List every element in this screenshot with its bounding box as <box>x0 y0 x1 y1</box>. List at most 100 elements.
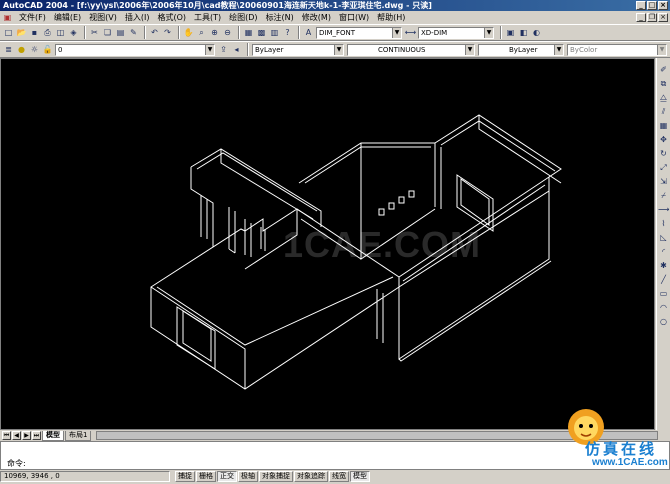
viewport-icon[interactable]: ▣ <box>505 27 516 38</box>
polar-toggle[interactable]: 极轴 <box>238 471 258 482</box>
prev-tab-button[interactable]: ◀ <box>12 431 21 440</box>
command-prompt: 命令: <box>7 459 26 468</box>
layer-lock-icon[interactable]: 🔓 <box>42 44 53 55</box>
snap-toggle[interactable]: 捕捉 <box>175 471 195 482</box>
menu-tools[interactable]: 工具(T) <box>190 12 225 23</box>
menu-modify[interactable]: 修改(M) <box>298 12 335 23</box>
first-tab-button[interactable]: ⏮ <box>2 431 11 440</box>
open-icon[interactable]: 📂 <box>16 27 27 38</box>
scale-icon[interactable]: ⤢ <box>658 162 669 173</box>
layers-toolbar: ≣ ● ☼ 🔓 0 ▼ ⇪ ◂ ByLayer ▼ CONTINUOUS ▼ ByLa… <box>0 41 670 58</box>
dim-style-select[interactable]: XD-DIM ▼ <box>418 26 494 39</box>
menu-format[interactable]: 格式(O) <box>153 12 190 23</box>
line-icon[interactable]: ╱ <box>658 274 669 285</box>
dim-style-icon[interactable]: ⟷ <box>405 27 416 38</box>
layout-icon[interactable]: ◧ <box>518 27 529 38</box>
modify-toolbar: ✐ ⧉ ⧋ ⫽ ▦ ✥ ↻ ⤢ ⇲ ⌿ ⟶ ⌇ ◺ ◜ ✱ ╱ ▭ ◠ ○ <box>656 58 670 430</box>
stretch-icon[interactable]: ⇲ <box>658 176 669 187</box>
ortho-toggle[interactable]: 正交 <box>217 471 237 482</box>
copy-object-icon[interactable]: ⧉ <box>658 78 669 89</box>
redo-icon[interactable]: ↷ <box>162 27 173 38</box>
model-toggle[interactable]: 模型 <box>350 471 370 482</box>
title-bar: AutoCAD 2004 - [f:\yy\ysl\2006年\2006年10月… <box>0 0 670 11</box>
preview-icon[interactable]: ◫ <box>55 27 66 38</box>
last-tab-button[interactable]: ⏭ <box>32 431 41 440</box>
properties-icon[interactable]: ▦ <box>243 27 254 38</box>
make-current-layer-icon[interactable]: ⇪ <box>218 44 229 55</box>
menu-bar: ▣ 文件(F) 编辑(E) 视图(V) 插入(I) 格式(O) 工具(T) 绘图… <box>0 11 670 24</box>
text-style-icon[interactable]: A <box>303 27 314 38</box>
menu-help[interactable]: 帮助(H) <box>373 12 409 23</box>
lineweight-select[interactable]: ByLayer ▼ <box>478 43 564 56</box>
rectangle-icon[interactable]: ▭ <box>658 288 669 299</box>
match-properties-icon[interactable]: ✎ <box>128 27 139 38</box>
layer-previous-icon[interactable]: ◂ <box>231 44 242 55</box>
next-tab-button[interactable]: ▶ <box>22 431 31 440</box>
menu-draw[interactable]: 绘图(D) <box>225 12 261 23</box>
move-icon[interactable]: ✥ <box>658 134 669 145</box>
drawing-doc-icon[interactable]: ▣ <box>2 12 13 23</box>
doc-minimize-button[interactable]: _ <box>636 13 646 22</box>
zoom-icon[interactable]: ⌕ <box>196 27 207 38</box>
menu-file[interactable]: 文件(F) <box>15 12 50 23</box>
print-icon[interactable]: ⎙ <box>42 27 53 38</box>
trim-icon[interactable]: ⌿ <box>658 190 669 201</box>
layer-manager-icon[interactable]: ≣ <box>3 44 14 55</box>
array-icon[interactable]: ▦ <box>658 120 669 131</box>
break-icon[interactable]: ⌇ <box>658 218 669 229</box>
pan-icon[interactable]: ✋ <box>183 27 194 38</box>
design-center-icon[interactable]: ▩ <box>256 27 267 38</box>
menu-window[interactable]: 窗口(W) <box>335 12 373 23</box>
zoom-previous-icon[interactable]: ⊖ <box>222 27 233 38</box>
doc-restore-button[interactable]: ❐ <box>647 13 657 22</box>
doc-close-button[interactable]: × <box>658 13 668 22</box>
help-icon[interactable]: ? <box>282 27 293 38</box>
chamfer-icon[interactable]: ◺ <box>658 232 669 243</box>
copy-icon[interactable]: ❏ <box>102 27 113 38</box>
erase-icon[interactable]: ✐ <box>658 64 669 75</box>
minimize-button[interactable]: _ <box>636 1 646 10</box>
menu-insert[interactable]: 插入(I) <box>121 12 154 23</box>
tool-palette-icon[interactable]: ▥ <box>269 27 280 38</box>
explode-icon[interactable]: ✱ <box>658 260 669 271</box>
close-button[interactable]: × <box>658 1 668 10</box>
menu-view[interactable]: 视图(V) <box>85 12 121 23</box>
mirror-icon[interactable]: ⧋ <box>658 92 669 103</box>
coordinate-readout: 10969, 3946 , 0 <box>0 471 170 482</box>
text-style-select[interactable]: DIM_FONT ▼ <box>316 26 402 39</box>
layer-on-icon[interactable]: ● <box>16 44 27 55</box>
offset-icon[interactable]: ⫽ <box>658 106 669 117</box>
new-icon[interactable]: □ <box>3 27 14 38</box>
render-icon[interactable]: ◐ <box>531 27 542 38</box>
arc-icon[interactable]: ◠ <box>658 302 669 313</box>
standard-toolbar: □ 📂 ▪ ⎙ ◫ ◈ ✂ ❏ ▤ ✎ ↶ ↷ ✋ ⌕ ⊕ ⊖ ▦ ▩ ▥ ? … <box>0 24 670 41</box>
isometric-house-model <box>150 114 562 390</box>
brand-name: 仿真在线 <box>585 440 658 458</box>
plot-style-select[interactable]: ByColor ▼ <box>567 43 667 56</box>
cut-icon[interactable]: ✂ <box>89 27 100 38</box>
layer-select[interactable]: 0 ▼ <box>55 43 215 56</box>
paste-icon[interactable]: ▤ <box>115 27 126 38</box>
lineweight-toggle[interactable]: 线宽 <box>329 471 349 482</box>
grid-toggle[interactable]: 栅格 <box>196 471 216 482</box>
osnap-toggle[interactable]: 对象捕捉 <box>259 471 293 482</box>
circle-icon[interactable]: ○ <box>658 316 669 327</box>
drawing-canvas[interactable]: 1CAE.COM <box>0 58 655 477</box>
otrack-toggle[interactable]: 对象追踪 <box>294 471 328 482</box>
status-bar: 10969, 3946 , 0 捕捉 栅格 正交 极轴 对象捕捉 对象追踪 线宽… <box>0 470 670 483</box>
menu-dimension[interactable]: 标注(N) <box>262 12 298 23</box>
save-icon[interactable]: ▪ <box>29 27 40 38</box>
undo-icon[interactable]: ↶ <box>149 27 160 38</box>
maximize-button[interactable]: □ <box>647 1 657 10</box>
publish-icon[interactable]: ◈ <box>68 27 79 38</box>
fillet-icon[interactable]: ◜ <box>658 246 669 257</box>
tab-layout1[interactable]: 布局1 <box>65 430 92 441</box>
menu-edit[interactable]: 编辑(E) <box>50 12 85 23</box>
layer-freeze-icon[interactable]: ☼ <box>29 44 40 55</box>
linetype-select[interactable]: CONTINUOUS ▼ <box>347 43 475 56</box>
tab-model[interactable]: 模型 <box>42 430 64 441</box>
extend-icon[interactable]: ⟶ <box>658 204 669 215</box>
rotate-icon[interactable]: ↻ <box>658 148 669 159</box>
color-select[interactable]: ByLayer ▼ <box>252 43 344 56</box>
zoom-window-icon[interactable]: ⊕ <box>209 27 220 38</box>
